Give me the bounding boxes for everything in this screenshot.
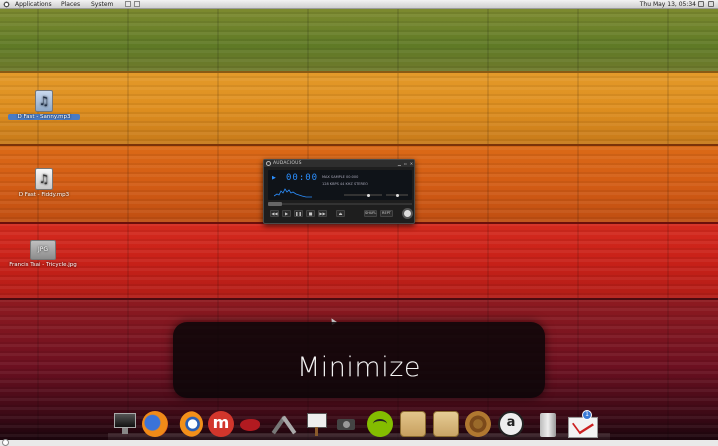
minimize-icon[interactable]: ▁ — [397, 161, 402, 166]
spotify-icon[interactable] — [367, 411, 393, 437]
seek-bar[interactable] — [268, 203, 412, 205]
firefox-icon[interactable] — [142, 411, 168, 437]
wood-plank — [0, 71, 718, 144]
gnome-foot-icon[interactable] — [3, 1, 10, 8]
trash-icon[interactable] — [538, 411, 558, 437]
gear-icon[interactable] — [465, 411, 491, 437]
shade-icon[interactable]: ▫ — [403, 161, 408, 166]
seek-knob[interactable] — [268, 202, 282, 206]
top-panel: Applications Places System Thu May 13, 0… — [0, 0, 718, 9]
play-button[interactable]: ▶ — [282, 210, 291, 217]
wood-plank — [0, 222, 718, 298]
wood-plank — [0, 9, 718, 71]
close-icon[interactable]: ✕ — [409, 161, 414, 166]
shuffle-toggle[interactable]: SHUFL — [364, 210, 377, 217]
desktop-file-sanny[interactable]: ♫ D Fast - Sanny.mp3 — [8, 90, 80, 120]
osd-label: Minimize — [297, 352, 421, 383]
video-progress-bar[interactable] — [0, 440, 718, 446]
m-app-icon[interactable]: m — [208, 411, 234, 437]
desktop-file-label: D Fast - Sanny.mp3 — [8, 114, 80, 120]
network-icon[interactable] — [698, 1, 704, 7]
player-title: AUDACIOUS — [273, 161, 302, 166]
audacious-logo-icon — [266, 161, 271, 166]
next-button[interactable]: ▶▶ — [318, 210, 327, 217]
stop-button[interactable]: ■ — [306, 210, 315, 217]
balance-knob[interactable] — [396, 193, 399, 197]
desktop-file-tricycle[interactable]: JPG Francis Tsai - Tricycle.jpg — [2, 240, 84, 268]
menu-system[interactable]: System — [91, 1, 113, 8]
play-state-icon: ▶ — [272, 175, 276, 181]
power-icon[interactable] — [708, 1, 714, 7]
bird-icon[interactable] — [238, 411, 264, 437]
launcher-icon[interactable] — [134, 1, 140, 7]
track-info-line1: MAX SAMPLE 00:000 — [322, 175, 359, 179]
desktop-file-label: Francis Tsai - Tricycle.jpg — [9, 262, 77, 268]
player-display: ▶ 00:00 MAX SAMPLE 00:000 128 KBPS 44 KH… — [268, 170, 412, 200]
folder-icon[interactable] — [433, 411, 459, 437]
player-titlebar[interactable]: AUDACIOUS ▁ ▫ ✕ — [264, 160, 414, 167]
mail-badge: 1 — [582, 410, 592, 420]
desktop-file-fiddy[interactable]: ♫ D Fast - Fiddy.mp3 — [8, 168, 80, 198]
camera-icon[interactable] — [334, 411, 360, 437]
amazon-icon[interactable]: a — [498, 411, 524, 437]
easel-icon[interactable] — [304, 411, 330, 437]
audio-file-icon: ♫ — [35, 90, 53, 112]
desktop-file-label: D Fast - Fiddy.mp3 — [18, 192, 70, 198]
audio-file-icon: ♫ — [35, 168, 53, 190]
image-file-icon: JPG — [30, 240, 56, 260]
pause-button[interactable]: ❚❚ — [294, 210, 303, 217]
menu-applications[interactable]: Applications — [15, 1, 52, 8]
tools-icon[interactable] — [272, 411, 298, 437]
launcher-icon[interactable] — [125, 1, 131, 7]
time-readout[interactable]: 00:00 — [286, 173, 318, 183]
menu-places[interactable]: Places — [61, 1, 80, 8]
menu-orb-icon[interactable] — [402, 208, 413, 219]
video-progress-knob[interactable] — [2, 439, 9, 446]
volume-knob[interactable] — [367, 193, 370, 197]
blender-icon[interactable] — [177, 411, 203, 437]
track-info-line2: 128 KBPS 44 KHZ STEREO — [322, 182, 368, 186]
volume-slider[interactable] — [344, 194, 382, 196]
previous-button[interactable]: ◀◀ — [270, 210, 279, 217]
monitor-icon[interactable] — [112, 411, 138, 437]
clock[interactable]: Thu May 13, 05:34 — [640, 1, 696, 8]
spectrum-visualizer[interactable] — [274, 186, 312, 198]
repeat-toggle[interactable]: REPT — [380, 210, 393, 217]
minimize-osd: Minimize — [173, 322, 545, 398]
folder-icon[interactable] — [400, 411, 426, 437]
audacious-player-window[interactable]: AUDACIOUS ▁ ▫ ✕ ▶ 00:00 MAX SAMPLE 00:00… — [263, 159, 415, 224]
eject-button[interactable]: ⏏ — [336, 210, 345, 217]
